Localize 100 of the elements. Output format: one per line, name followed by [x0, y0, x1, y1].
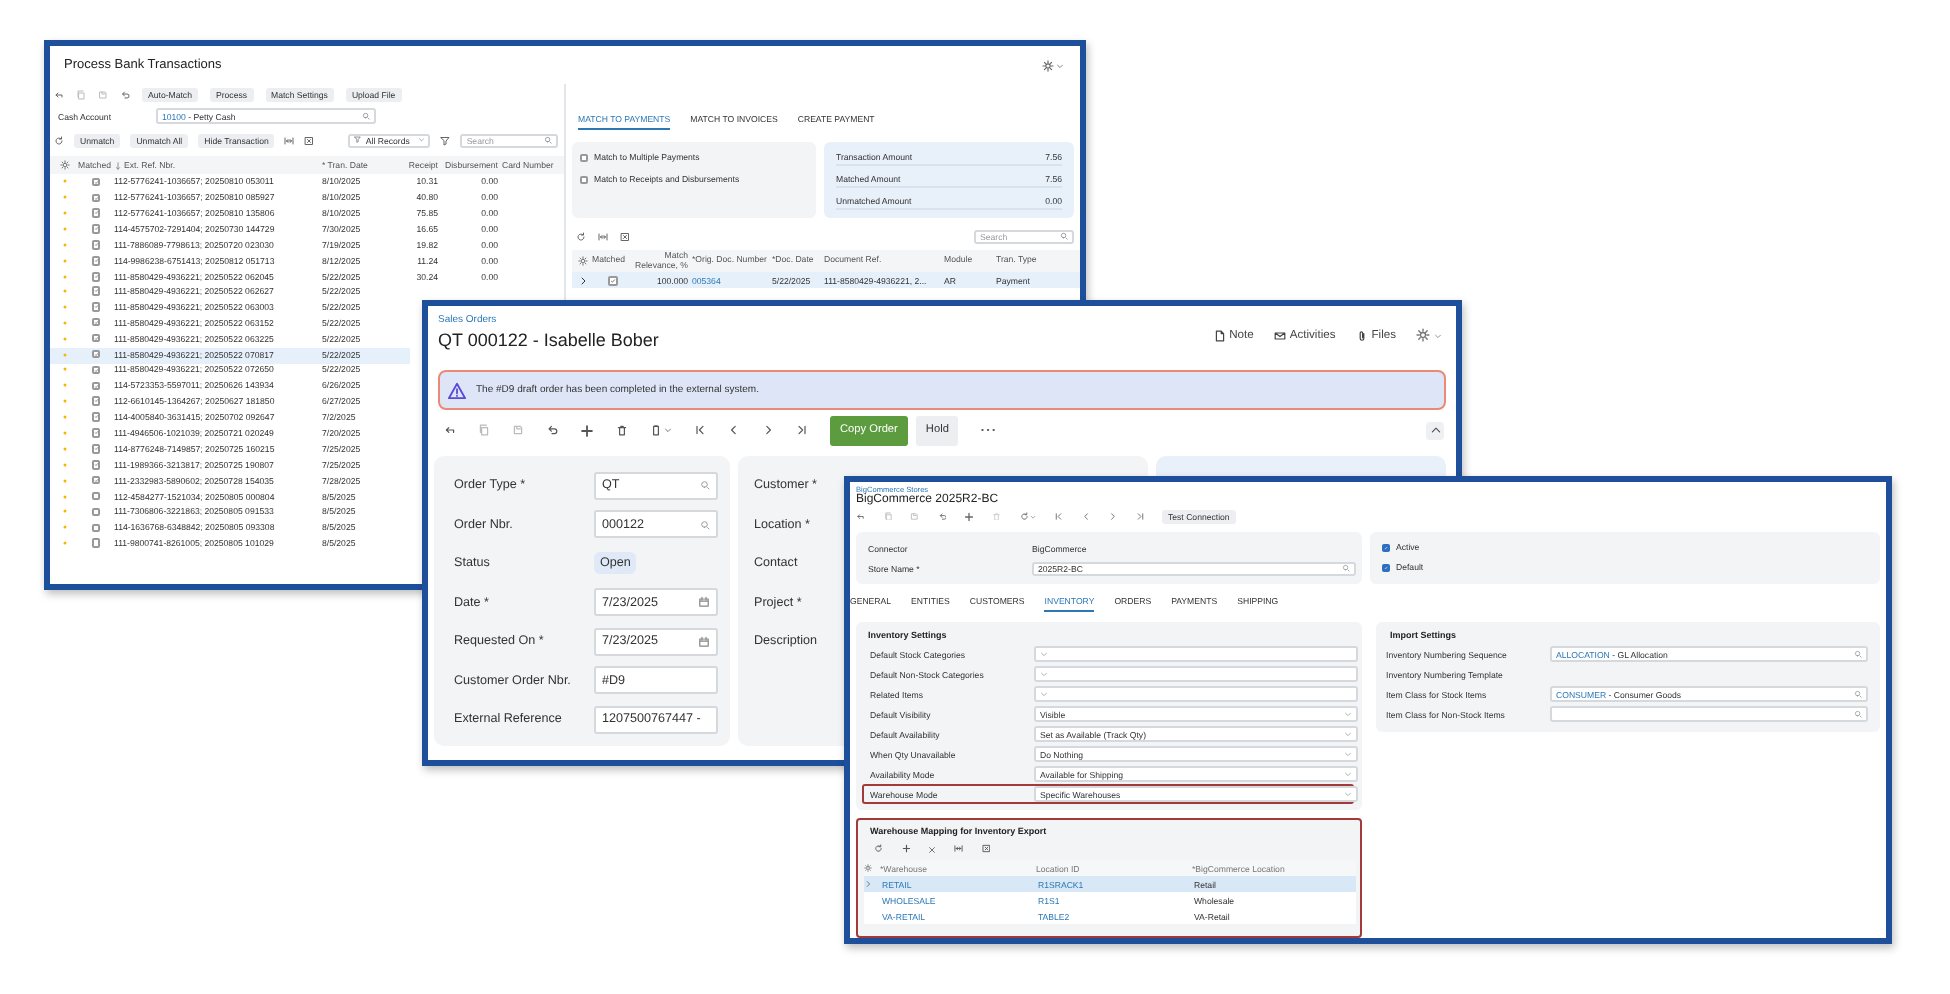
export-icon[interactable] — [981, 844, 990, 854]
first-icon[interactable] — [1054, 511, 1063, 521]
checkbox[interactable] — [91, 240, 101, 250]
search-icon — [700, 480, 710, 491]
calendar-icon — [698, 596, 710, 609]
fit-columns-icon[interactable] — [284, 135, 295, 145]
settings-icon[interactable] — [577, 256, 587, 266]
fit-columns-icon[interactable] — [954, 844, 963, 854]
checkbox[interactable] — [91, 491, 101, 501]
checkbox[interactable] — [91, 317, 101, 327]
undo-icon[interactable] — [546, 424, 558, 436]
settings-icon[interactable] — [1416, 328, 1430, 342]
checkbox[interactable] — [91, 444, 101, 454]
settings-icon[interactable] — [1042, 59, 1054, 71]
checkbox[interactable] — [91, 396, 101, 406]
checkbox[interactable] — [91, 460, 101, 469]
checkbox[interactable] — [91, 256, 101, 266]
checkbox[interactable] — [91, 302, 101, 312]
checkbox[interactable] — [1382, 543, 1390, 551]
add-icon[interactable] — [901, 844, 910, 854]
save-icon[interactable] — [910, 511, 919, 521]
filter-icon — [354, 136, 362, 144]
undo-icon[interactable] — [120, 89, 130, 99]
previous-icon[interactable] — [728, 424, 740, 436]
checkbox[interactable] — [91, 428, 101, 438]
undo-icon[interactable] — [937, 511, 946, 521]
copy-icon[interactable] — [883, 511, 892, 521]
refresh-icon[interactable] — [874, 844, 883, 854]
caret-icon[interactable] — [664, 426, 672, 434]
checkbox[interactable] — [607, 275, 617, 285]
back-icon[interactable] — [54, 89, 64, 99]
collapse-button[interactable] — [1426, 421, 1444, 439]
sort-icon[interactable] — [114, 161, 122, 169]
last-icon[interactable] — [1135, 511, 1144, 521]
dropdown[interactable] — [1034, 686, 1358, 702]
refresh-icon[interactable] — [1019, 511, 1028, 521]
checkbox[interactable] — [91, 208, 101, 218]
fit-columns-icon[interactable] — [598, 231, 608, 241]
search-icon — [1854, 710, 1862, 718]
checkbox[interactable] — [91, 538, 101, 548]
dropdown[interactable] — [1034, 666, 1358, 682]
refresh-icon[interactable] — [54, 135, 64, 145]
last-icon[interactable] — [796, 424, 808, 436]
checkbox[interactable] — [91, 523, 101, 533]
calendar-icon — [698, 635, 710, 648]
expand-icon[interactable] — [577, 275, 587, 285]
back-icon[interactable] — [856, 511, 865, 521]
filter-icon[interactable] — [440, 135, 451, 145]
checkbox[interactable] — [91, 349, 101, 359]
settings-icon[interactable] — [864, 863, 872, 871]
checkbox[interactable] — [91, 381, 101, 391]
lookup-field[interactable] — [1550, 706, 1868, 722]
checkbox[interactable] — [91, 412, 101, 422]
checkbox[interactable] — [91, 272, 101, 282]
chevron-down-icon — [1344, 730, 1352, 738]
next-icon[interactable] — [1108, 511, 1117, 521]
clipboard-icon[interactable] — [650, 424, 662, 436]
add-icon[interactable] — [964, 511, 974, 521]
save-icon[interactable] — [512, 424, 524, 436]
checkbox[interactable] — [580, 175, 588, 183]
checkbox[interactable] — [91, 286, 101, 296]
caret-icon[interactable] — [1030, 513, 1036, 519]
checkbox[interactable] — [91, 365, 101, 375]
export-icon[interactable] — [304, 135, 315, 145]
dropdown[interactable] — [1034, 646, 1358, 662]
close-icon[interactable] — [928, 845, 936, 853]
refresh-icon[interactable] — [576, 231, 586, 241]
mail-icon — [1273, 329, 1286, 341]
caret-icon[interactable] — [1056, 61, 1064, 69]
back-icon[interactable] — [444, 424, 456, 436]
checkbox[interactable] — [91, 177, 101, 187]
first-icon[interactable] — [694, 424, 706, 436]
search-icon — [544, 136, 552, 144]
checkbox[interactable] — [91, 224, 101, 234]
copy-icon[interactable] — [76, 89, 86, 99]
add-icon[interactable] — [580, 423, 594, 437]
chevron-down-icon — [1344, 770, 1352, 778]
settings-icon[interactable] — [59, 160, 69, 170]
checkbox[interactable] — [1382, 563, 1390, 571]
previous-icon[interactable] — [1081, 511, 1090, 521]
checkbox[interactable] — [91, 193, 101, 203]
chevron-down-icon — [1344, 750, 1352, 758]
row-pointer-icon — [864, 879, 872, 887]
search-icon — [1854, 650, 1862, 658]
search-icon — [1060, 232, 1068, 240]
chevron-down-icon — [1040, 690, 1048, 698]
search-icon[interactable] — [362, 112, 370, 120]
export-icon[interactable] — [620, 231, 630, 241]
next-icon[interactable] — [762, 424, 774, 436]
caret-icon[interactable] — [1434, 331, 1442, 339]
chevron-down-icon — [1040, 670, 1048, 678]
save-icon[interactable] — [98, 89, 108, 99]
paperclip-icon — [1355, 329, 1368, 341]
checkbox[interactable] — [580, 153, 588, 161]
delete-icon[interactable] — [616, 424, 628, 436]
chevron-down-icon — [1344, 710, 1352, 718]
checkbox[interactable] — [91, 475, 101, 485]
checkbox[interactable] — [91, 333, 101, 343]
copy-icon[interactable] — [478, 424, 490, 436]
checkbox[interactable] — [91, 507, 101, 517]
